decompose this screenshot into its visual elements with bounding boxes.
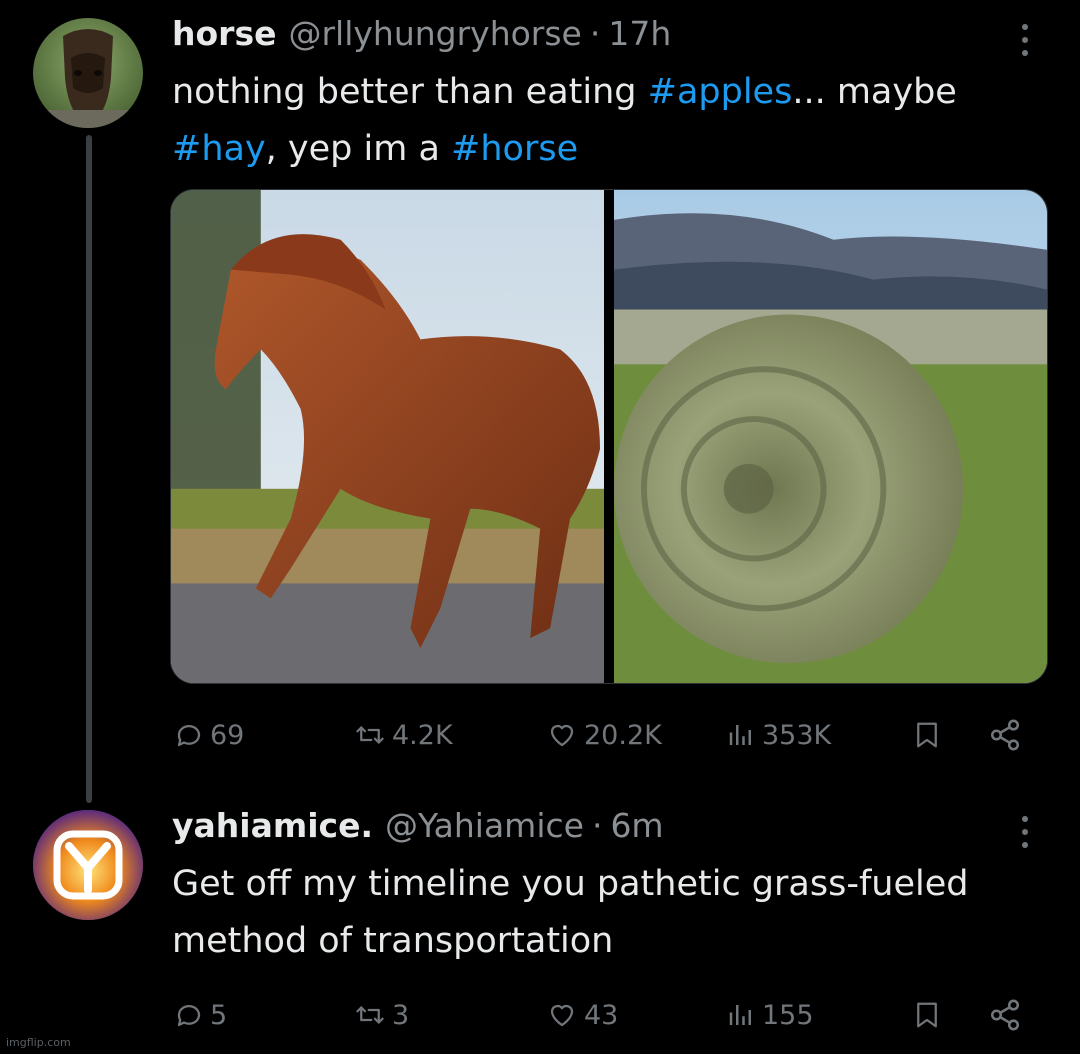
reply-count: 69 xyxy=(210,719,245,751)
thread-line xyxy=(86,135,92,803)
tweet-header: horse @rllyhungryhorse · 17h xyxy=(172,14,671,58)
media-horse-photo[interactable] xyxy=(171,190,604,683)
display-name[interactable]: yahiamice. xyxy=(172,806,373,845)
text-segment: , yep im a xyxy=(265,129,452,169)
views-button[interactable]: 155 xyxy=(726,990,814,1040)
text-segment: ... maybe xyxy=(792,72,957,112)
share-button[interactable] xyxy=(988,710,1022,760)
repost-count: 4.2K xyxy=(392,719,453,751)
views-count: 155 xyxy=(762,999,814,1031)
tweet-text: Get off my timeline you pathetic grass-f… xyxy=(172,864,969,961)
tweet-text: nothing better than eating #apples... ma… xyxy=(172,64,1032,178)
action-bar: 5 3 43 155 xyxy=(170,990,1040,1040)
reply-button[interactable]: 69 xyxy=(174,710,244,760)
watermark: imgflip.com xyxy=(6,1036,71,1049)
separator: · xyxy=(589,14,601,53)
like-count: 43 xyxy=(584,999,619,1031)
bookmark-button[interactable] xyxy=(912,710,942,760)
reply-count: 5 xyxy=(210,999,228,1031)
avatar[interactable] xyxy=(33,18,143,128)
share-icon xyxy=(990,999,1020,1031)
repost-button[interactable]: 3 xyxy=(354,990,409,1040)
share-button[interactable] xyxy=(988,990,1022,1040)
hashtag-horse[interactable]: #horse xyxy=(451,129,578,169)
like-button[interactable]: 20.2K xyxy=(546,710,662,760)
bookmark-button[interactable] xyxy=(912,990,942,1040)
display-name[interactable]: horse xyxy=(172,14,276,53)
views-icon xyxy=(729,1005,751,1025)
tweet-header: yahiamice. @Yahiamice · 6m xyxy=(172,806,664,850)
like-icon xyxy=(550,1004,574,1027)
bookmark-icon xyxy=(917,1002,937,1028)
views-count: 353K xyxy=(762,719,832,751)
reply-button[interactable]: 5 xyxy=(174,990,227,1040)
text-segment: nothing better than eating xyxy=(172,72,648,112)
share-icon xyxy=(990,719,1020,751)
handle[interactable]: @Yahiamice xyxy=(385,806,584,845)
bookmark-icon xyxy=(917,722,937,748)
repost-count: 3 xyxy=(392,999,410,1031)
separator: · xyxy=(591,806,603,845)
more-icon[interactable] xyxy=(1012,20,1038,60)
hashtag-apples[interactable]: #apples xyxy=(648,72,793,112)
reply-icon xyxy=(177,725,201,747)
handle[interactable]: @rllyhungryhorse xyxy=(288,14,581,53)
media-grid xyxy=(170,189,1048,684)
repost-icon xyxy=(356,726,384,744)
action-bar: 69 4.2K 20.2K 353K xyxy=(170,710,1040,760)
more-icon[interactable] xyxy=(1012,812,1038,852)
like-icon xyxy=(550,724,574,747)
repost-icon xyxy=(356,1006,384,1024)
timestamp[interactable]: 6m xyxy=(610,806,663,845)
tweet-horse[interactable]: horse @rllyhungryhorse · 17h nothing bet… xyxy=(0,0,1080,803)
timestamp[interactable]: 17h xyxy=(608,14,671,53)
like-button[interactable]: 43 xyxy=(546,990,618,1040)
media-hay-photo[interactable] xyxy=(614,190,1047,683)
hashtag-hay[interactable]: #hay xyxy=(172,129,266,169)
like-count: 20.2K xyxy=(584,719,662,751)
views-button[interactable]: 353K xyxy=(726,710,831,760)
views-icon xyxy=(729,725,751,745)
reply-icon xyxy=(177,1005,201,1027)
repost-button[interactable]: 4.2K xyxy=(354,710,453,760)
avatar[interactable] xyxy=(33,810,143,920)
